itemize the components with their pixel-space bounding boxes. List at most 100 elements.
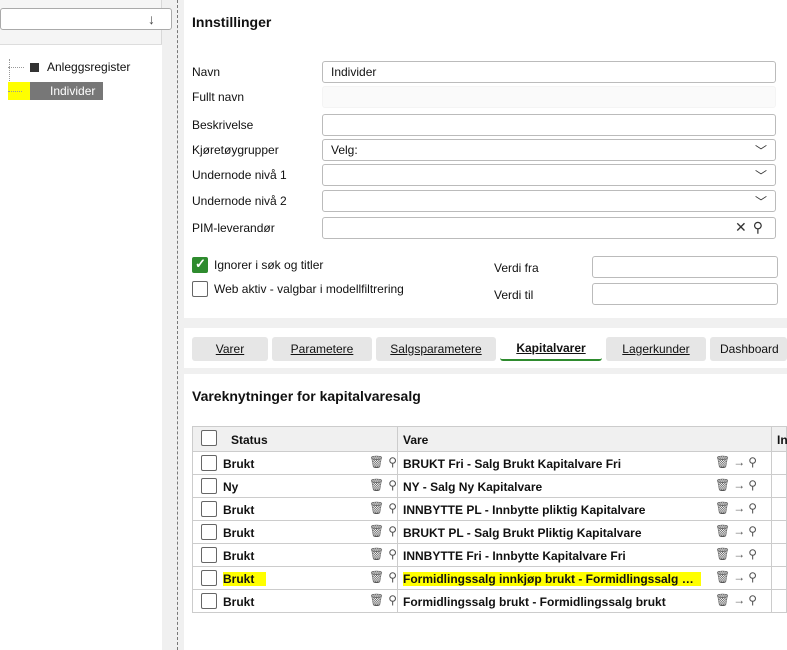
kapitalvare-table: Status Vare In Brukt 🗑⚲ BRUKT Fri - Salg B… — [192, 426, 787, 613]
web-aktiv-checkbox-row[interactable]: Web aktiv - valgbar i modellfiltrering — [192, 281, 404, 297]
search-icon[interactable]: ⚲ — [388, 501, 401, 515]
arrow-right-icon[interactable]: → — [733, 501, 748, 515]
beskrivelse-input[interactable] — [322, 114, 776, 136]
table-row[interactable]: Brukt 🗑⚲ INNBYTTE PL - Innbytte pliktig Ka… — [192, 498, 787, 521]
search-icon[interactable]: ⚲ — [388, 547, 401, 561]
tab-salgsparametere[interactable]: Salgsparametere — [376, 337, 496, 361]
field-navn-row: Navn — [192, 65, 221, 79]
settings-title: Innstillinger — [192, 14, 272, 30]
kjoretoygrupper-select[interactable]: Velg: ﹀ — [322, 139, 776, 161]
tab-lagerkunder[interactable]: Lagerkunder — [606, 337, 706, 361]
tree-panel: ↓ Anleggsregister Individer — [0, 0, 172, 650]
table-row[interactable]: Ny 🗑⚲ NY - Salg Ny Kapitalvare 🗑→⚲ — [192, 475, 787, 498]
tree-view — [0, 44, 162, 650]
trash-icon[interactable]: 🗑 — [369, 501, 388, 515]
table-row[interactable]: Brukt 🗑⚲ INNBYTTE Fri - Innbytte Kapitalva… — [192, 544, 787, 567]
trash-icon[interactable]: 🗑 — [715, 478, 733, 492]
vare-header[interactable]: Vare — [403, 433, 701, 447]
row-checkbox[interactable] — [201, 501, 217, 517]
table-row[interactable]: Brukt 🗑⚲ BRUKT PL - Salg Brukt Pliktig Kap… — [192, 521, 787, 544]
undernode-niva-2-select[interactable]: ﹀ — [322, 190, 776, 212]
arrow-right-icon[interactable]: → — [733, 593, 748, 607]
arrow-right-icon[interactable]: → — [733, 524, 748, 538]
search-icon[interactable]: ⚲ — [748, 547, 760, 561]
tab-varer[interactable]: Varer — [192, 337, 268, 361]
ignorer-checkbox[interactable] — [192, 256, 208, 273]
trash-icon[interactable]: 🗑 — [715, 547, 733, 561]
navn-input[interactable]: Individer — [322, 61, 776, 83]
trash-icon[interactable]: 🗑 — [715, 455, 733, 469]
trash-icon[interactable]: 🗑 — [369, 593, 388, 607]
undernode-niva-1-select[interactable]: ﹀ — [322, 164, 776, 186]
fullt-navn-input[interactable] — [322, 86, 776, 108]
row-status: Brukt — [223, 572, 267, 586]
trash-icon[interactable]: 🗑 — [715, 524, 733, 538]
trash-icon[interactable]: 🗑 — [369, 524, 388, 538]
search-icon[interactable]: ⚲ — [388, 570, 401, 584]
chevron-down-icon: ﹀ — [754, 144, 767, 158]
section-title: Vareknytninger for kapitalvaresalg — [192, 388, 421, 404]
chevron-down-icon: ﹀ — [754, 169, 767, 183]
row-status: Brukt — [223, 595, 255, 609]
trash-icon[interactable]: 🗑 — [369, 455, 388, 469]
row-checkbox[interactable] — [201, 570, 217, 586]
search-icon[interactable]: ⚲ — [388, 455, 401, 469]
kapitalvarer-section: Vareknytninger for kapitalvaresalg Statu… — [184, 374, 787, 650]
search-icon[interactable]: ⚲ — [748, 524, 760, 538]
tree-item-individer[interactable]: Individer — [8, 82, 104, 100]
trash-icon[interactable]: 🗑 — [369, 547, 388, 561]
tree-item-anleggsregister[interactable]: Anleggsregister — [8, 58, 130, 76]
web-aktiv-checkbox[interactable] — [192, 281, 208, 297]
verdi-fra-label: Verdi fra — [494, 261, 539, 275]
search-icon[interactable]: ⚲ — [388, 524, 401, 538]
extra-header[interactable]: In — [777, 433, 787, 447]
row-checkbox[interactable] — [201, 593, 217, 609]
tab-dashboard[interactable]: Dashboard — [710, 337, 787, 361]
search-icon[interactable]: ⚲ — [753, 219, 769, 235]
table-row[interactable]: Brukt 🗑⚲ BRUKT Fri - Salg Brukt Kapitalvar… — [192, 452, 787, 475]
tab-parametere[interactable]: Parametere — [272, 337, 372, 361]
search-icon[interactable]: ⚲ — [748, 478, 760, 492]
search-icon[interactable]: ⚲ — [748, 570, 760, 584]
arrow-right-icon[interactable]: → — [733, 455, 748, 469]
row-checkbox[interactable] — [201, 478, 217, 494]
select-all-checkbox[interactable] — [201, 430, 217, 446]
pim-leverandor-input[interactable]: ✕⚲ — [322, 217, 776, 239]
node-icon — [30, 62, 39, 72]
trash-icon[interactable]: 🗑 — [369, 478, 388, 492]
ignorer-checkbox-row[interactable]: Ignorer i søk og titler — [192, 256, 323, 273]
tree-search-input[interactable]: ↓ — [0, 8, 172, 30]
trash-icon[interactable]: 🗑 — [715, 593, 733, 607]
verdi-til-input[interactable] — [592, 283, 778, 305]
table-row[interactable]: Brukt 🗑⚲ Formidlingssalg innkjøp brukt - F… — [192, 567, 787, 590]
tab-kapitalvarer[interactable]: Kapitalvarer — [500, 337, 602, 361]
arrow-right-icon[interactable]: → — [733, 478, 748, 492]
row-status: Ny — [223, 480, 239, 494]
field-fullt-navn-row: Fullt navn — [192, 90, 245, 104]
row-vare: Formidlingssalg brukt - Formidlingssalg … — [403, 595, 666, 609]
panel-splitter[interactable] — [177, 0, 178, 650]
row-checkbox[interactable] — [201, 547, 217, 563]
trash-icon[interactable]: 🗑 — [369, 570, 388, 584]
clear-icon[interactable]: ✕ — [735, 219, 753, 235]
search-icon[interactable]: ⚲ — [748, 455, 760, 469]
arrow-right-icon[interactable]: → — [733, 547, 748, 561]
row-vare: BRUKT PL - Salg Brukt Pliktig Kapitalvar… — [403, 526, 642, 540]
search-icon[interactable]: ⚲ — [388, 478, 401, 492]
trash-icon[interactable]: 🗑 — [715, 570, 733, 584]
row-checkbox[interactable] — [201, 455, 217, 471]
search-icon[interactable]: ⚲ — [748, 593, 760, 607]
field-pim-row: PIM-leverandør — [192, 221, 275, 235]
row-vare: BRUKT Fri - Salg Brukt Kapitalvare Fri — [403, 457, 622, 471]
search-icon[interactable]: ⚲ — [388, 593, 401, 607]
field-undernode2-row: Undernode nivå 2 — [192, 194, 287, 208]
table-row[interactable]: Brukt 🗑⚲ Formidlingssalg brukt - Formidlin… — [192, 590, 787, 613]
status-header[interactable]: Status — [231, 433, 268, 447]
row-status: Brukt — [223, 503, 255, 517]
verdi-fra-input[interactable] — [592, 256, 778, 278]
arrow-right-icon[interactable]: → — [733, 570, 748, 584]
trash-icon[interactable]: 🗑 — [715, 501, 733, 515]
row-checkbox[interactable] — [201, 524, 217, 540]
search-icon[interactable]: ⚲ — [748, 501, 760, 515]
down-arrow-icon[interactable]: ↓ — [148, 11, 155, 27]
